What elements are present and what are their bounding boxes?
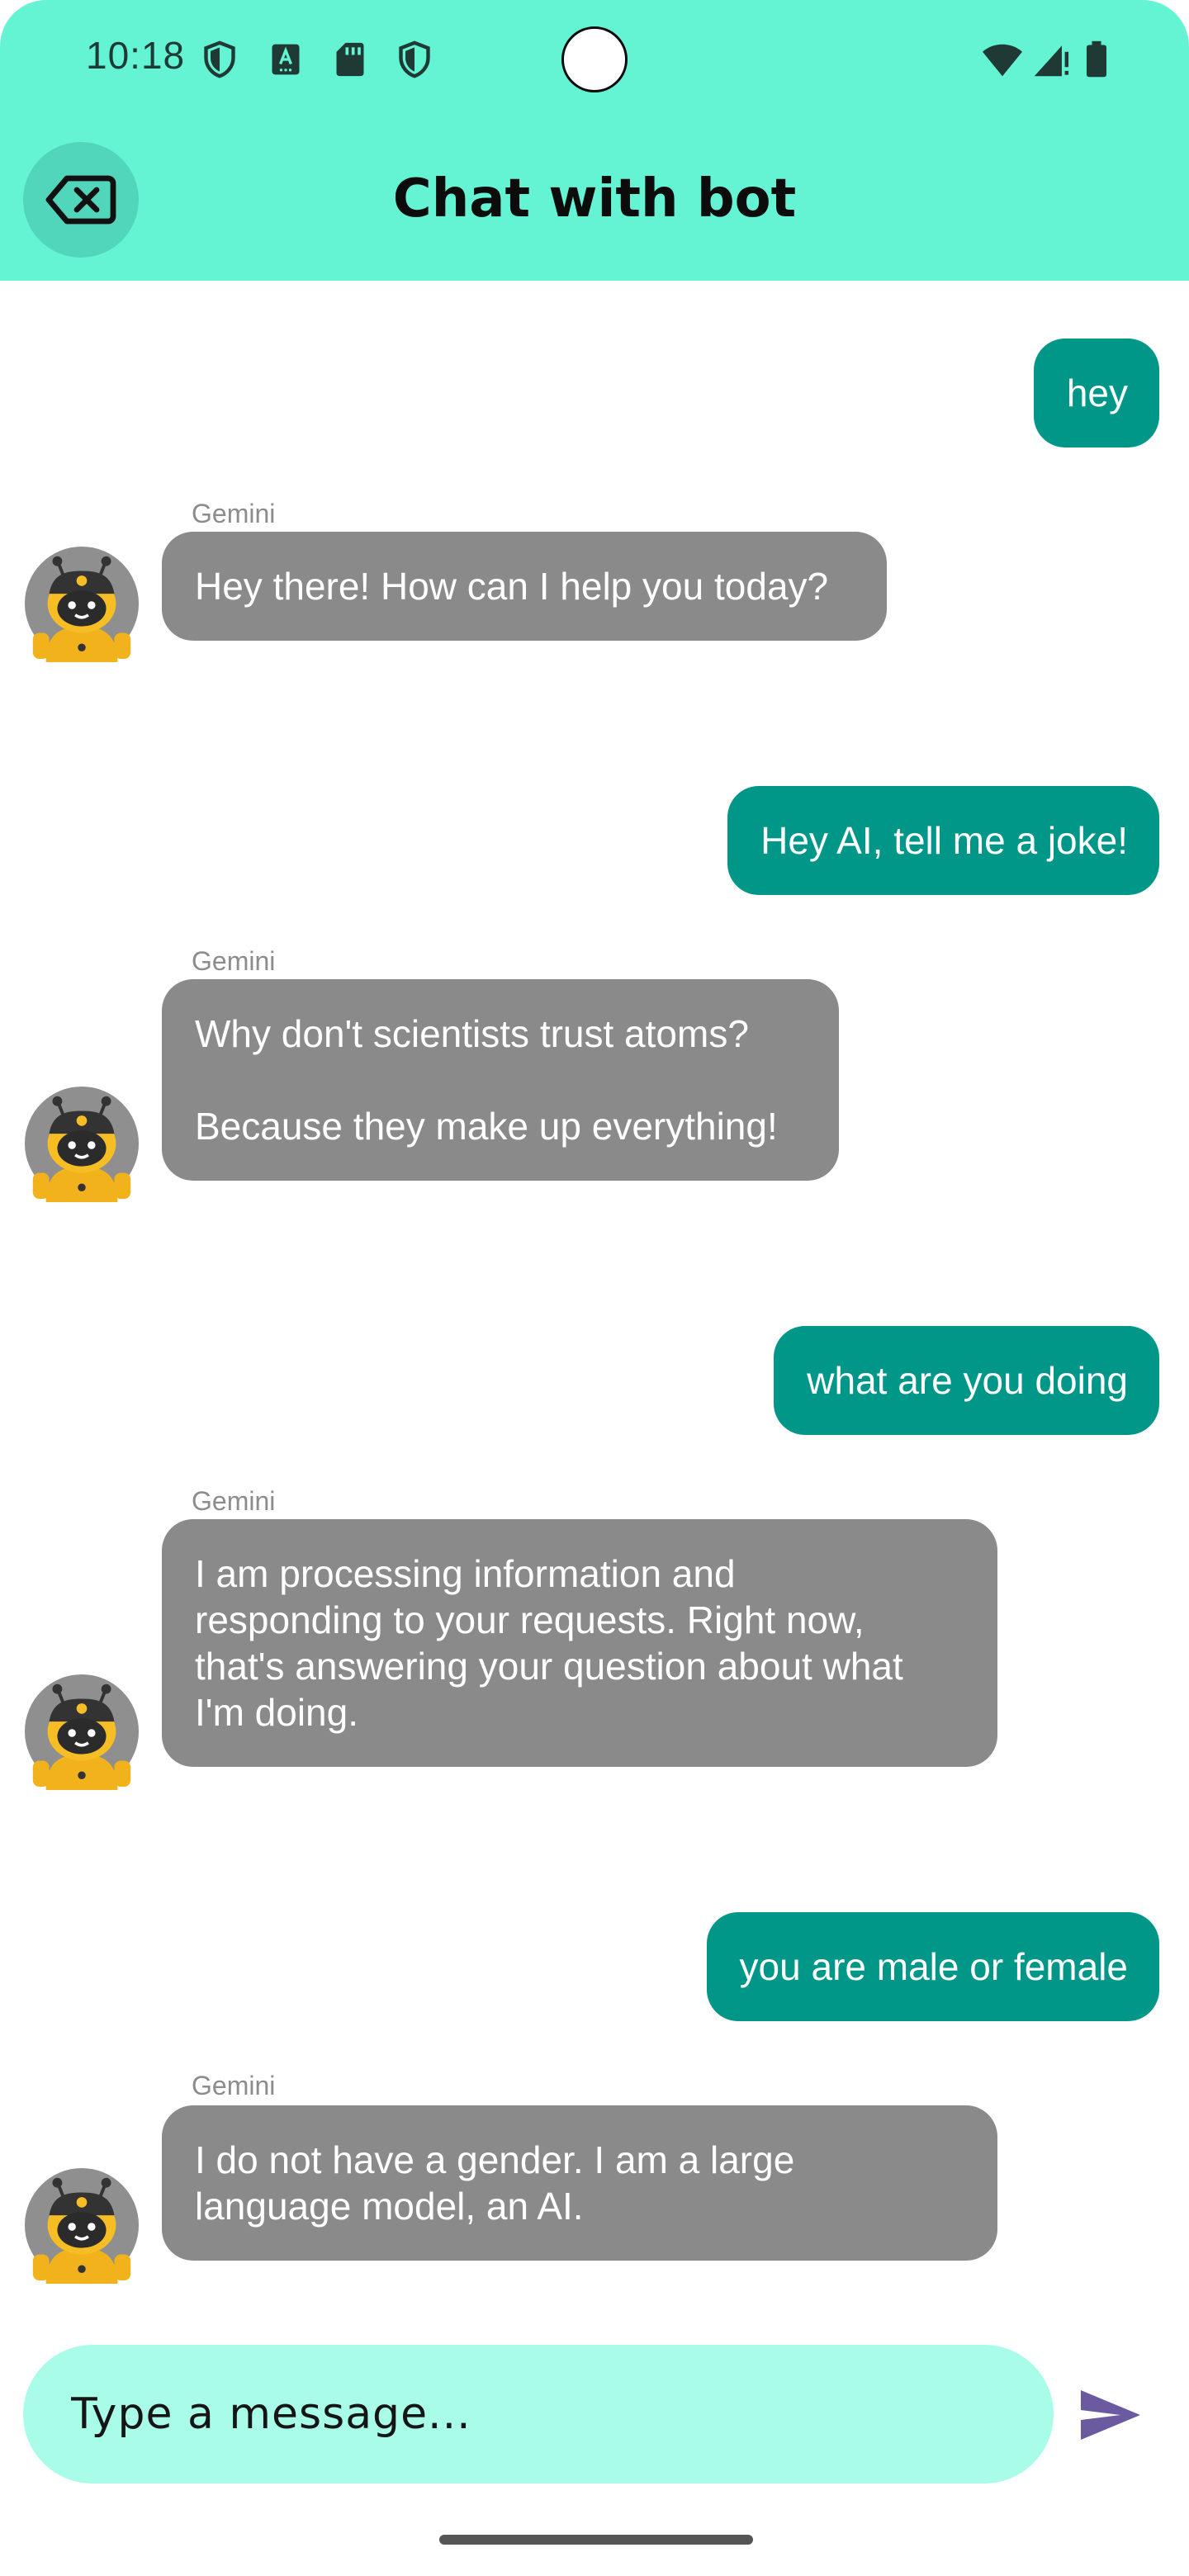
chat-screen: 10:18 Chat with bot hey Gemini Hey there… xyxy=(0,0,1189,2576)
bot-sender-label: Gemini xyxy=(192,1486,276,1516)
shield-icon xyxy=(204,40,235,78)
camera-cutout xyxy=(561,26,628,92)
home-indicator xyxy=(439,2535,753,2545)
robot-avatar-icon xyxy=(24,546,140,662)
user-message-bubble: you are male or female xyxy=(706,1912,1159,2021)
bot-message-bubble: Hey there! How can I help you today? xyxy=(162,532,887,641)
bot-sender-label: Gemini xyxy=(192,499,276,528)
app-header: 10:18 Chat with bot xyxy=(0,0,1189,281)
sd-card-icon xyxy=(336,42,364,77)
keyboard-a-icon xyxy=(272,44,300,75)
battery-icon xyxy=(1087,40,1106,78)
message-input[interactable] xyxy=(71,2373,996,2455)
user-message-bubble: hey xyxy=(1033,339,1159,447)
send-arrow-icon xyxy=(1081,2390,1140,2440)
bot-sender-label: Gemini xyxy=(192,2071,276,2100)
robot-avatar-icon xyxy=(24,2167,140,2284)
bot-message-bubble: Why don't scientists trust atoms? Becaus… xyxy=(162,979,839,1181)
shield-icon xyxy=(399,40,430,78)
bot-message-bubble: I do not have a gender. I am a large lan… xyxy=(162,2105,997,2261)
status-time: 10:18 xyxy=(86,34,186,77)
user-message-bubble: what are you doing xyxy=(774,1326,1159,1435)
bot-message-bubble: I am processing information and respondi… xyxy=(162,1519,997,1767)
bot-sender-label: Gemini xyxy=(192,946,276,976)
message-composer xyxy=(23,2345,1054,2484)
user-message-bubble: Hey AI, tell me a joke! xyxy=(727,786,1159,895)
cell-signal-icon xyxy=(1034,45,1069,77)
page-title: Chat with bot xyxy=(392,168,797,230)
robot-avatar-icon xyxy=(24,1086,140,1202)
wifi-icon xyxy=(983,44,1022,77)
send-button[interactable] xyxy=(1073,2378,1148,2452)
robot-avatar-icon xyxy=(24,1674,140,1790)
